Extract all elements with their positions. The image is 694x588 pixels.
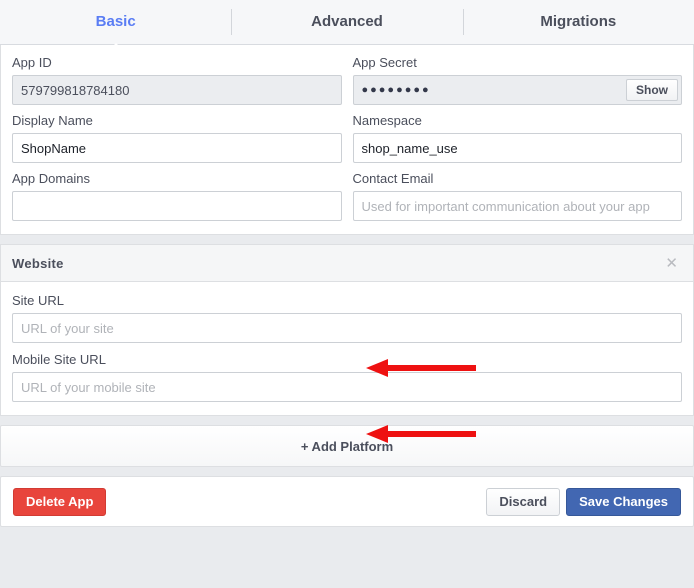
app-settings-page: Basic Advanced Migrations App ID App Sec… xyxy=(0,0,694,588)
tab-basic-label: Basic xyxy=(95,13,136,30)
add-platform-button[interactable]: + Add Platform xyxy=(0,425,694,467)
mobile-site-url-input[interactable] xyxy=(12,372,682,402)
delete-app-button[interactable]: Delete App xyxy=(13,487,107,516)
site-url-label: Site URL xyxy=(12,293,65,308)
app-domains-label: App Domains xyxy=(12,171,91,186)
field-row-3: App Domains Contact Email xyxy=(12,171,682,221)
app-id-field-group: App ID xyxy=(12,55,342,105)
tab-advanced[interactable]: Advanced xyxy=(231,0,462,44)
display-name-label: Display Name xyxy=(12,113,93,128)
site-url-input[interactable] xyxy=(12,313,682,343)
website-section-title: Website xyxy=(12,255,64,271)
save-changes-button[interactable]: Save Changes xyxy=(566,487,681,516)
show-app-secret-button[interactable]: Show xyxy=(626,79,678,101)
tab-migrations-label: Migrations xyxy=(540,13,617,30)
namespace-input[interactable] xyxy=(352,133,682,163)
contact-email-input[interactable] xyxy=(352,191,682,221)
tab-advanced-label: Advanced xyxy=(311,13,383,30)
field-row-2: Display Name Namespace xyxy=(12,113,682,163)
app-id-input[interactable] xyxy=(12,75,342,105)
website-section-body: Site URL Mobile Site URL xyxy=(1,282,693,415)
app-secret-label: App Secret xyxy=(352,55,417,70)
contact-email-label: Contact Email xyxy=(352,171,434,186)
active-tab-caret-icon xyxy=(107,42,124,50)
app-secret-field-group: App Secret ●●●●●●●● Show xyxy=(352,55,682,105)
close-icon[interactable]: ✕ xyxy=(661,254,682,273)
namespace-label: Namespace xyxy=(352,113,422,128)
website-platform-panel: Website ✕ Site URL Mobile Site URL xyxy=(0,244,694,416)
mobile-site-url-label: Mobile Site URL xyxy=(12,352,106,367)
footer-action-bar: Delete App Discard Save Changes xyxy=(0,476,694,527)
website-section-header: Website ✕ xyxy=(1,245,693,282)
tab-migrations[interactable]: Migrations xyxy=(462,0,694,44)
contact-email-field-group: Contact Email xyxy=(352,171,682,221)
namespace-field-group: Namespace xyxy=(352,113,682,163)
add-platform-label: + Add Platform xyxy=(300,438,394,454)
basic-fields: App ID App Secret ●●●●●●●● Show Display … xyxy=(1,45,693,234)
app-domains-input[interactable] xyxy=(12,191,342,221)
discard-button[interactable]: Discard xyxy=(486,487,561,516)
mobile-site-url-field-group: Mobile Site URL xyxy=(12,352,682,402)
tab-basic[interactable]: Basic xyxy=(0,0,231,50)
display-name-field-group: Display Name xyxy=(12,113,342,163)
app-secret-wrapper: ●●●●●●●● Show xyxy=(352,75,682,105)
site-url-field-group: Site URL xyxy=(12,293,682,343)
app-domains-field-group: App Domains xyxy=(12,171,342,221)
basic-settings-panel: App ID App Secret ●●●●●●●● Show Display … xyxy=(0,45,694,235)
settings-tab-bar: Basic Advanced Migrations xyxy=(0,0,694,50)
display-name-input[interactable] xyxy=(12,133,342,163)
app-id-label: App ID xyxy=(12,55,52,70)
field-row-1: App ID App Secret ●●●●●●●● Show xyxy=(12,55,682,105)
